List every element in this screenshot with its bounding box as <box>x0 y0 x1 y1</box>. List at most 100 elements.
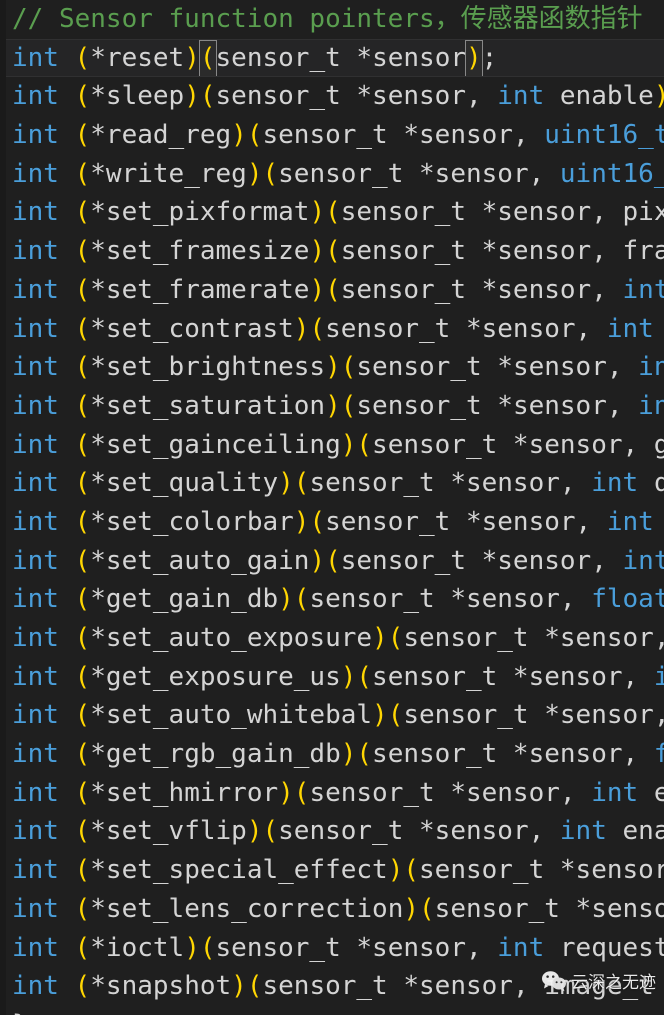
code-token: ) <box>403 893 420 924</box>
code-token: enable); <box>653 777 664 808</box>
code-token: sensor_t *sensor, <box>278 158 560 189</box>
code-token: *set_framesize <box>90 236 310 267</box>
code-line[interactable]: int (*set_quality)(sensor_t *sensor, int… <box>0 464 664 503</box>
code-token: *get_rgb_gain_db <box>90 739 341 770</box>
code-token: int <box>559 816 607 847</box>
code-content-area[interactable]: // Sensor function pointers，传感器函数指针 int (… <box>0 0 664 1015</box>
code-token: ( <box>74 42 91 73</box>
code-token: int <box>12 700 59 731</box>
editor-left-edge <box>0 0 6 1015</box>
code-token: int <box>606 313 654 344</box>
code-token: int <box>591 777 639 808</box>
code-line[interactable]: int (*set_framerate)(sensor_t *sensor, i… <box>0 271 664 310</box>
code-line[interactable]: int (*set_auto_exposure)(sensor_t *senso… <box>0 619 664 658</box>
code-line[interactable]: int (*snapshot)(sensor_t *sensor, image_… <box>0 967 664 1006</box>
code-token: ) <box>325 352 341 383</box>
code-token: sensor_t *sensor, pixformat_t pixformat)… <box>340 197 664 228</box>
code-line[interactable]: int (*set_contrast)(sensor_t *sensor, in… <box>0 310 664 349</box>
code-token: ( <box>403 855 420 886</box>
code-token: ( <box>356 661 373 692</box>
code-line[interactable]: int (*set_vflip)(sensor_t *sensor, int e… <box>0 812 664 851</box>
code-token: reset <box>105 42 185 73</box>
code-token: ) <box>654 81 664 111</box>
code-token: sensor_t *sensor, int enable, int radi, … <box>434 893 664 924</box>
code-token: sensor <box>372 42 466 73</box>
code-token: int <box>497 932 545 963</box>
code-token: ( <box>74 855 91 886</box>
code-token: ( <box>74 816 91 847</box>
code-token: sensor_t *sensor, <box>403 623 664 653</box>
code-line[interactable]: }; <box>0 1006 664 1015</box>
code-token: int <box>12 584 59 615</box>
code-token: sensor_t *sensor, <box>278 816 560 847</box>
code-token: sensor_t *sensor, <box>356 352 639 383</box>
code-line[interactable]: int (*sleep)(sensor_t *sensor, int enabl… <box>0 77 664 116</box>
code-token: int <box>591 468 639 499</box>
code-line[interactable]: int (*write_reg)(sensor_t *sensor, uint1… <box>0 155 664 194</box>
code-line[interactable]: int (*set_pixformat)(sensor_t *sensor, p… <box>0 193 664 232</box>
code-token: sensor_t *sensor, image_t *image, stream… <box>262 971 654 1002</box>
code-token: int <box>12 120 59 151</box>
code-line[interactable]: int (*set_framesize)(sensor_t *sensor, f… <box>0 232 664 271</box>
code-line[interactable]: int (*set_gainceiling)(sensor_t *sensor,… <box>0 426 664 465</box>
code-editor-screenshot: // Sensor function pointers，传感器函数指针 int (… <box>0 0 664 1015</box>
code-token: ( <box>74 120 91 151</box>
code-line[interactable]: int (*get_rgb_gain_db)(sensor_t *sensor,… <box>0 735 664 774</box>
code-line[interactable]: int (*set_lens_correction)(sensor_t *sen… <box>0 890 664 929</box>
code-token: *ioctl <box>90 932 185 963</box>
code-token: sensor_t *sensor, <box>356 390 639 421</box>
code-token: ) <box>387 855 404 886</box>
code-token: int <box>606 506 654 537</box>
code-token: ( <box>74 893 91 924</box>
code-line[interactable]: int (*set_brightness)(sensor_t *sensor, … <box>0 348 664 387</box>
code-line[interactable]: int (*set_colorbar)(sensor_t *sensor, in… <box>0 503 664 542</box>
code-token: sensor_t *sensor, <box>215 932 498 963</box>
code-token: *set_colorbar <box>90 506 294 537</box>
code-line[interactable]: int (*reset)(sensor_t *sensor); <box>0 38 664 78</box>
code-token: sensor_t <box>215 42 357 73</box>
code-token: ) <box>309 236 326 267</box>
code-token: int <box>12 81 59 112</box>
code-token: ( <box>325 236 341 267</box>
code-token: ) <box>184 81 200 112</box>
code-line[interactable]: int (*read_reg)(sensor_t *sensor, uint16… <box>0 116 664 155</box>
code-token: sensor_t *sensor, <box>325 313 607 344</box>
code-token: ( <box>356 739 373 770</box>
code-token: ( <box>199 81 216 112</box>
code-line[interactable]: int (*set_auto_gain)(sensor_t *sensor, i… <box>0 542 664 581</box>
code-line[interactable]: int (*set_saturation)(sensor_t *sensor, … <box>0 387 664 426</box>
code-line[interactable]: // Sensor function pointers，传感器函数指针 <box>0 0 664 39</box>
code-token: ) <box>231 120 247 151</box>
code-line[interactable]: int (*get_gain_db)(sensor_t *sensor, flo… <box>0 580 664 619</box>
code-line[interactable]: int (*get_exposure_us)(sensor_t *sensor,… <box>0 658 664 697</box>
code-token: enable); <box>622 816 664 847</box>
code-line[interactable]: int (*set_hmirror)(sensor_t *sensor, int… <box>0 774 664 813</box>
code-token: *set_auto_whitebal <box>90 700 373 731</box>
code-token: sensor_t *sensor, <box>309 584 592 615</box>
code-token: ) <box>278 584 294 615</box>
code-token: int <box>653 661 664 692</box>
code-line[interactable]: int (*set_special_effect)(sensor_t *sens… <box>0 851 664 890</box>
code-token: ) <box>231 971 247 1002</box>
code-token: ( <box>309 313 326 344</box>
code-token: ( <box>340 352 357 383</box>
code-token: int <box>12 971 59 1002</box>
code-line[interactable]: int (*set_auto_whitebal)(sensor_t *senso… <box>0 696 664 735</box>
code-token: ( <box>74 506 91 537</box>
code-token: int <box>12 274 59 305</box>
code-token: ) <box>278 468 294 499</box>
code-token: int <box>12 158 59 189</box>
code-token: ( <box>74 236 91 267</box>
code-line[interactable]: int (*ioctl)(sensor_t *sensor, int reque… <box>0 929 664 968</box>
code-token: sensor_t *sensor, <box>325 506 607 537</box>
